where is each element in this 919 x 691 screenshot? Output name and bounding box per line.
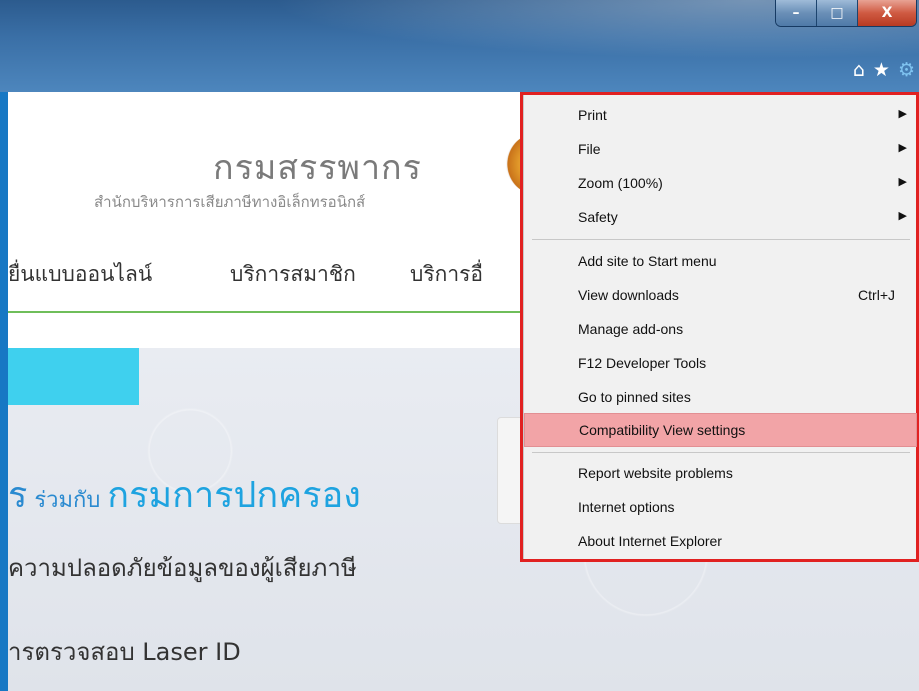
menu-item-compatibility-view-settings[interactable]: Compatibility View settings (524, 413, 917, 447)
menu-item-label: F12 Developer Tools (578, 355, 707, 371)
tools-gear-icon[interactable]: ⚙ (898, 60, 915, 80)
browser-command-icons: ⌂ ★ ⚙ (853, 60, 915, 80)
menu-separator (532, 452, 910, 453)
menu-item-file[interactable]: File ▶ (524, 133, 917, 167)
menu-item-label: Report website problems (578, 465, 733, 481)
menu-item-add-site-to-start[interactable]: Add site to Start menu (524, 245, 917, 279)
menu-item-label: Manage add-ons (578, 321, 684, 337)
menu-item-zoom[interactable]: Zoom (100%) ▶ (524, 167, 917, 201)
menu-item-label: Safety (578, 209, 618, 225)
minimize-button[interactable]: – (776, 0, 817, 26)
home-icon[interactable]: ⌂ (853, 60, 865, 80)
favorites-star-icon[interactable]: ★ (873, 60, 890, 80)
menu-item-f12-developer-tools[interactable]: F12 Developer Tools (524, 347, 917, 381)
hero-headline: ร ร่วมกับ กรมการปกครอง (8, 466, 361, 523)
maximize-button[interactable]: □ (817, 0, 858, 26)
menu-item-label: Internet options (578, 499, 675, 515)
submenu-arrow-icon: ▶ (898, 142, 907, 154)
submenu-arrow-icon: ▶ (898, 108, 907, 120)
window-controls: – □ X (775, 0, 917, 27)
close-button[interactable]: X (858, 0, 916, 26)
hero-headline-connector: ร่วมกับ (27, 488, 108, 513)
menu-item-label: Print (578, 107, 607, 123)
menu-item-view-downloads[interactable]: View downloads Ctrl+J (524, 279, 917, 313)
hero-headline-main: กรมการปกครอง (107, 475, 361, 516)
hero-subline-laser-id: ารตรวจสอบ Laser ID (8, 638, 241, 666)
menu-item-label: Go to pinned sites (578, 389, 691, 405)
nav-link-member-services[interactable]: บริการสมาชิก (230, 258, 356, 291)
menu-item-print[interactable]: Print ▶ (524, 99, 917, 133)
menu-item-label: Add site to Start menu (578, 253, 717, 269)
menu-item-label: File (578, 141, 601, 157)
menu-item-go-to-pinned-sites[interactable]: Go to pinned sites (524, 381, 917, 415)
nav-link-file-online[interactable]: ยื่นแบบออนไลน์ (8, 258, 152, 291)
site-title: กรมสรรพากร (213, 148, 422, 188)
menu-item-label: About Internet Explorer (578, 533, 722, 549)
nav-divider (8, 311, 538, 313)
menu-item-label: Zoom (100%) (578, 175, 663, 191)
hero-headline-prefix: ร (8, 475, 28, 516)
submenu-arrow-icon: ▶ (898, 210, 907, 222)
menu-item-shortcut: Ctrl+J (858, 287, 895, 303)
hero-tag-bar (8, 348, 139, 405)
menu-item-internet-options[interactable]: Internet options (524, 491, 917, 525)
menu-item-manage-add-ons[interactable]: Manage add-ons (524, 313, 917, 347)
hero-subline-privacy: ความปลอดภัยข้อมูลของผู้เสียภาษี (8, 554, 357, 582)
tools-menu: Print ▶ File ▶ Zoom (100%) ▶ Safety ▶ Add si… (520, 92, 919, 562)
menu-separator (532, 239, 910, 240)
site-subtitle: สำนักบริหารการเสียภาษีทางอิเล็กทรอนิกส์ (94, 193, 366, 211)
submenu-arrow-icon: ▶ (898, 176, 907, 188)
menu-item-label: Compatibility View settings (579, 422, 746, 438)
menu-item-about-internet-explorer[interactable]: About Internet Explorer (524, 525, 917, 559)
menu-item-safety[interactable]: Safety ▶ (524, 201, 917, 235)
tools-menu-body: Print ▶ File ▶ Zoom (100%) ▶ Safety ▶ Add si… (523, 95, 917, 559)
menu-item-label: View downloads (578, 287, 679, 303)
menu-item-report-website-problems[interactable]: Report website problems (524, 457, 917, 491)
nav-link-other-services[interactable]: บริการอื่ (410, 258, 483, 291)
